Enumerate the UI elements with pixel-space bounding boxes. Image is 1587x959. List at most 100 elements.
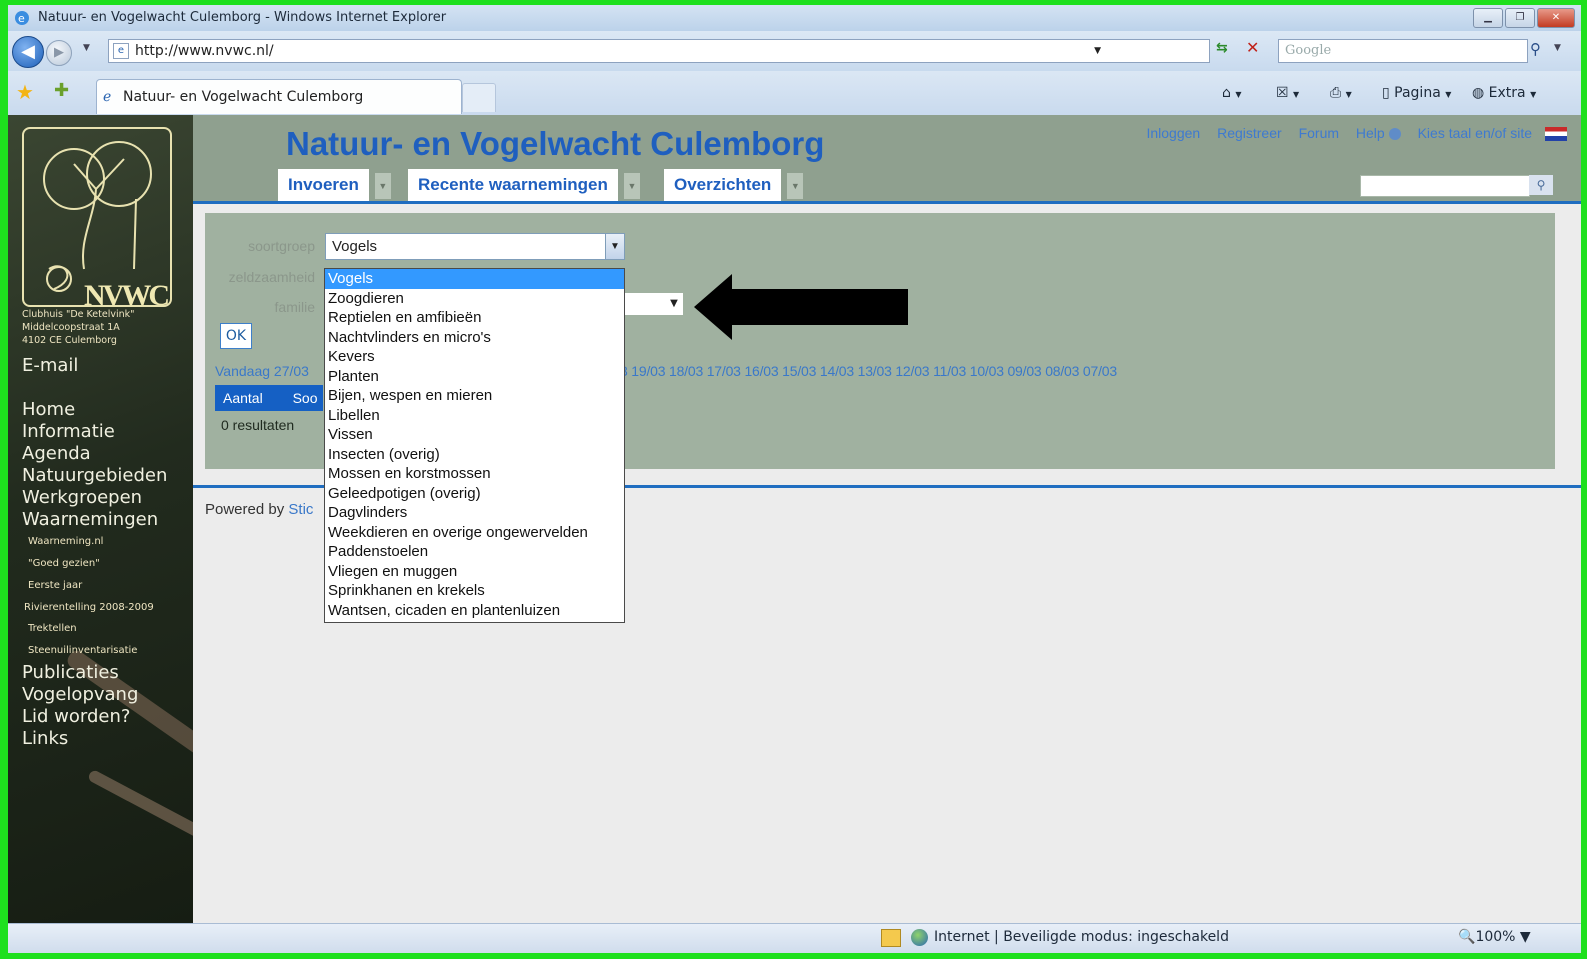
ie-icon: e (13, 9, 31, 31)
forward-button[interactable]: ▶ (46, 40, 72, 66)
tab-recente-waarnemingen[interactable]: Recente waarnemingen ▼ (408, 169, 640, 201)
search-icon[interactable]: ⚲ (1530, 40, 1541, 58)
powered-by-link[interactable]: Stic (288, 501, 313, 518)
dropdown-option[interactable]: Planten (325, 367, 624, 387)
address-bar: ◀ ▶ ▼ e http://www.nvwc.nl/ ▼ ⇆ ✕ Google… (8, 31, 1581, 71)
favorites-star-icon[interactable]: ★ (16, 80, 34, 104)
dropdown-option[interactable]: Paddenstoelen (325, 542, 624, 562)
dropdown-option[interactable]: Dagvlinders (325, 503, 624, 523)
tab-invoeren[interactable]: Invoeren ▼ (278, 169, 391, 201)
help-globe-icon (1388, 128, 1401, 141)
sidebar-item-home[interactable]: Home (22, 399, 167, 421)
today-link[interactable]: Vandaag 27/03 (215, 363, 309, 379)
zeldzaamheid-label: zeldzaamheid (228, 269, 315, 285)
add-favorite-icon[interactable]: ✚ (54, 80, 69, 101)
sidebar-item-links[interactable]: Links (22, 728, 167, 750)
feeds-icon[interactable]: ☒ ▼ (1276, 85, 1299, 101)
sidebar-item-vogelopvang[interactable]: Vogelopvang (22, 684, 167, 706)
window-title: Natuur- en Vogelwacht Culemborg - Window… (38, 10, 447, 25)
col-aantal[interactable]: Aantal (223, 390, 263, 406)
selected-value: Vogels (332, 238, 378, 255)
chevron-down-icon[interactable]: ▼ (605, 234, 624, 259)
dropdown-option[interactable]: Sprinkhanen en krekels (325, 581, 624, 601)
print-icon[interactable]: ⎙ ▼ (1330, 85, 1352, 101)
col-soort[interactable]: Soo (293, 390, 318, 406)
sidebar-item-informatie[interactable]: Informatie (22, 421, 167, 443)
dropdown-option[interactable]: Insecten (overig) (325, 445, 624, 465)
familie-select[interactable]: ▼ (623, 293, 683, 315)
stop-icon[interactable]: ✕ (1246, 38, 1259, 57)
sidebar-item-agenda[interactable]: Agenda (22, 443, 167, 465)
dropdown-option[interactable]: Libellen (325, 406, 624, 426)
site-search-icon[interactable]: ⚲ (1529, 175, 1553, 195)
dutch-flag-icon[interactable] (1545, 127, 1567, 142)
sidebar-subitem-steenuil[interactable]: Steenuilinventarisatie (22, 640, 167, 662)
tab-dropdown-icon[interactable]: ▼ (787, 173, 804, 199)
url-dropdown-icon[interactable]: ▼ (1094, 40, 1101, 62)
dropdown-option[interactable]: Vogels (325, 269, 624, 289)
dropdown-option[interactable]: Kevers (325, 347, 624, 367)
familie-label: familie (274, 299, 315, 315)
site-search-input[interactable] (1360, 175, 1530, 197)
address-line: 4102 CE Culemborg (22, 335, 117, 346)
email-link[interactable]: E-mail (22, 355, 78, 376)
nvwc-logo[interactable]: NVWC (22, 127, 172, 312)
dropdown-option[interactable]: Wantsen, cicaden en plantenluizen (325, 601, 624, 621)
dropdown-option[interactable]: Geleedpotigen (overig) (325, 484, 624, 504)
dropdown-option[interactable]: Bijen, wespen en mieren (325, 386, 624, 406)
new-tab-button[interactable] (462, 83, 496, 112)
sidebar-item-natuurgebieden[interactable]: Natuurgebieden (22, 465, 167, 487)
search-dropdown-icon[interactable]: ▼ (1554, 43, 1561, 53)
back-button[interactable]: ◀ (12, 36, 44, 68)
close-button[interactable]: ✕ (1537, 8, 1575, 28)
tab-overzichten[interactable]: Overzichten ▼ (664, 169, 804, 201)
page-menu[interactable]: ▯ Pagina ▼ (1382, 85, 1451, 101)
sidebar: NVWC Clubhuis "De Ketelvink" Middelcoops… (8, 115, 193, 923)
minimize-button[interactable]: ▁ (1473, 8, 1503, 28)
tab-dropdown-icon[interactable]: ▼ (623, 173, 640, 199)
sidebar-item-lid-worden[interactable]: Lid worden? (22, 706, 167, 728)
tab-ie-icon: ℯ (103, 89, 112, 105)
sidebar-item-waarnemingen[interactable]: Waarnemingen (22, 509, 167, 531)
refresh-icon[interactable]: ⇆ (1216, 40, 1228, 56)
url-input[interactable]: e http://www.nvwc.nl/ ▼ (108, 39, 1210, 63)
zoom-control[interactable]: 🔍100% ▼ (1458, 929, 1531, 945)
chevron-down-icon[interactable]: ▼ (665, 293, 683, 315)
browser-tab[interactable]: ℯ Natuur- en Vogelwacht Culemborg (96, 79, 462, 114)
sidebar-subitem-trektellen[interactable]: Trektellen (22, 618, 167, 640)
sidebar-subitem-goed-gezien[interactable]: "Goed gezien" (22, 553, 167, 575)
ok-button[interactable]: OK (220, 323, 252, 349)
home-icon[interactable]: ⌂ ▼ (1222, 85, 1242, 101)
site-header: Natuur- en Vogelwacht Culemborg Inloggen… (193, 115, 1581, 204)
pointer-arrow-icon (694, 274, 909, 344)
dropdown-option[interactable]: Zoogdieren (325, 289, 624, 309)
forum-link[interactable]: Forum (1299, 125, 1339, 141)
dropdown-option[interactable]: Vliegen en muggen (325, 562, 624, 582)
tab-dropdown-icon[interactable]: ▼ (374, 173, 391, 199)
sidebar-subitem-waarneming[interactable]: Waarneming.nl (22, 531, 167, 553)
powered-by-text: Powered by (205, 501, 285, 518)
tools-menu[interactable]: ◍ Extra ▼ (1472, 85, 1536, 101)
title-bar: e Natuur- en Vogelwacht Culemborg - Wind… (8, 5, 1581, 31)
sidebar-item-publicaties[interactable]: Publicaties (22, 662, 167, 684)
dropdown-option[interactable]: Weekdieren en overige ongewervelden (325, 523, 624, 543)
dropdown-option[interactable]: Vissen (325, 425, 624, 445)
browser-window: e Natuur- en Vogelwacht Culemborg - Wind… (8, 5, 1581, 953)
sidebar-subitem-rivierentelling[interactable]: Rivierentelling 2008-2009 (22, 601, 167, 614)
history-dropdown-icon[interactable]: ▼ (83, 43, 90, 53)
search-input[interactable]: Google (1278, 39, 1528, 63)
language-link[interactable]: Kies taal en/of site (1418, 125, 1532, 141)
date-links[interactable]: 3 19/03 18/03 17/03 16/03 15/03 14/03 13… (620, 363, 1117, 379)
sidebar-item-werkgroepen[interactable]: Werkgroepen (22, 487, 167, 509)
soortgroep-select[interactable]: Vogels ▼ (325, 233, 625, 260)
dropdown-option[interactable]: Nachtvlinders en micro's (325, 328, 624, 348)
login-link[interactable]: Inloggen (1146, 125, 1200, 141)
dropdown-option[interactable]: Mossen en korstmossen (325, 464, 624, 484)
top-links: Inloggen Registreer Forum Help Kies taal… (1133, 125, 1567, 142)
maximize-button[interactable]: ❐ (1505, 8, 1535, 28)
dropdown-option[interactable]: Reptielen en amfibieën (325, 308, 624, 328)
register-link[interactable]: Registreer (1217, 125, 1282, 141)
sidebar-subitem-eerste-jaar[interactable]: Eerste jaar (22, 575, 167, 597)
help-link[interactable]: Help (1356, 125, 1385, 141)
soortgroep-dropdown-list[interactable]: Vogels Zoogdieren Reptielen en amfibieën Na… (324, 268, 625, 623)
